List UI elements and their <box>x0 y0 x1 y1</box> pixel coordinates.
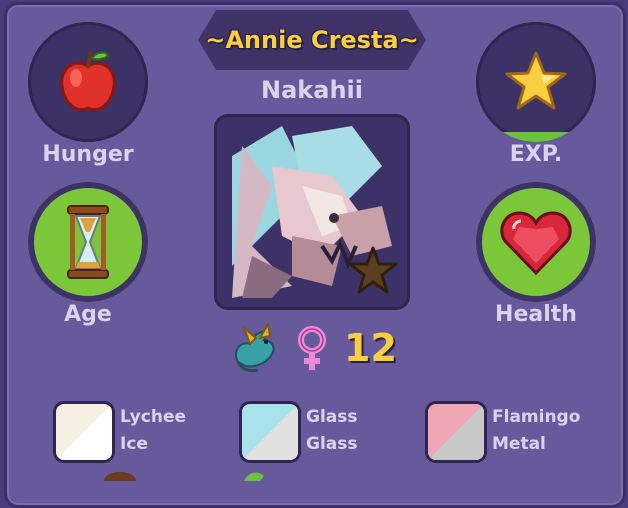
bottom-item-icon-1 <box>104 472 136 481</box>
dragon-icon <box>234 322 275 373</box>
pet-portrait[interactable] <box>214 114 410 310</box>
age-label: Age <box>64 302 112 327</box>
hourglass-icon <box>67 205 109 279</box>
star-icon <box>505 51 567 110</box>
color-3-type: Metal <box>492 434 546 454</box>
age-stat[interactable] <box>28 182 148 302</box>
color-labels-3: Flamingo Metal <box>492 404 580 458</box>
color-2-type: Glass <box>306 434 358 454</box>
heart-gem-icon <box>500 211 572 276</box>
color-swatch-3[interactable] <box>428 404 484 460</box>
color-swatch-2[interactable] <box>242 404 298 460</box>
bottom-item-icon-2 <box>244 472 264 481</box>
pet-name-banner: ~Annie Cresta~ <box>198 10 426 70</box>
apple-icon <box>60 51 116 112</box>
pet-info-row: 12 <box>228 320 397 376</box>
pet-species: Nakahii <box>261 76 363 104</box>
color-labels-2: Glass Glass <box>306 404 358 458</box>
health-label: Health <box>495 302 577 327</box>
pet-level: 12 <box>344 326 397 370</box>
exp-stat[interactable] <box>476 22 596 142</box>
color-3-name: Flamingo <box>492 407 581 427</box>
exp-progress-fill <box>476 132 596 142</box>
color-swatch-1[interactable] <box>56 404 112 460</box>
color-1-type: Ice <box>120 434 148 454</box>
pet-name: ~Annie Cresta~ <box>205 26 419 54</box>
dark-star-icon <box>348 246 398 294</box>
female-icon <box>298 326 326 370</box>
health-stat[interactable] <box>476 182 596 302</box>
hunger-label: Hunger <box>42 142 134 167</box>
exp-label: EXP. <box>509 142 563 167</box>
color-2-name: Glass <box>306 407 358 427</box>
color-1-name: Lychee <box>120 407 186 427</box>
hunger-stat[interactable] <box>28 22 148 142</box>
color-labels-1: Lychee Ice <box>120 404 186 458</box>
